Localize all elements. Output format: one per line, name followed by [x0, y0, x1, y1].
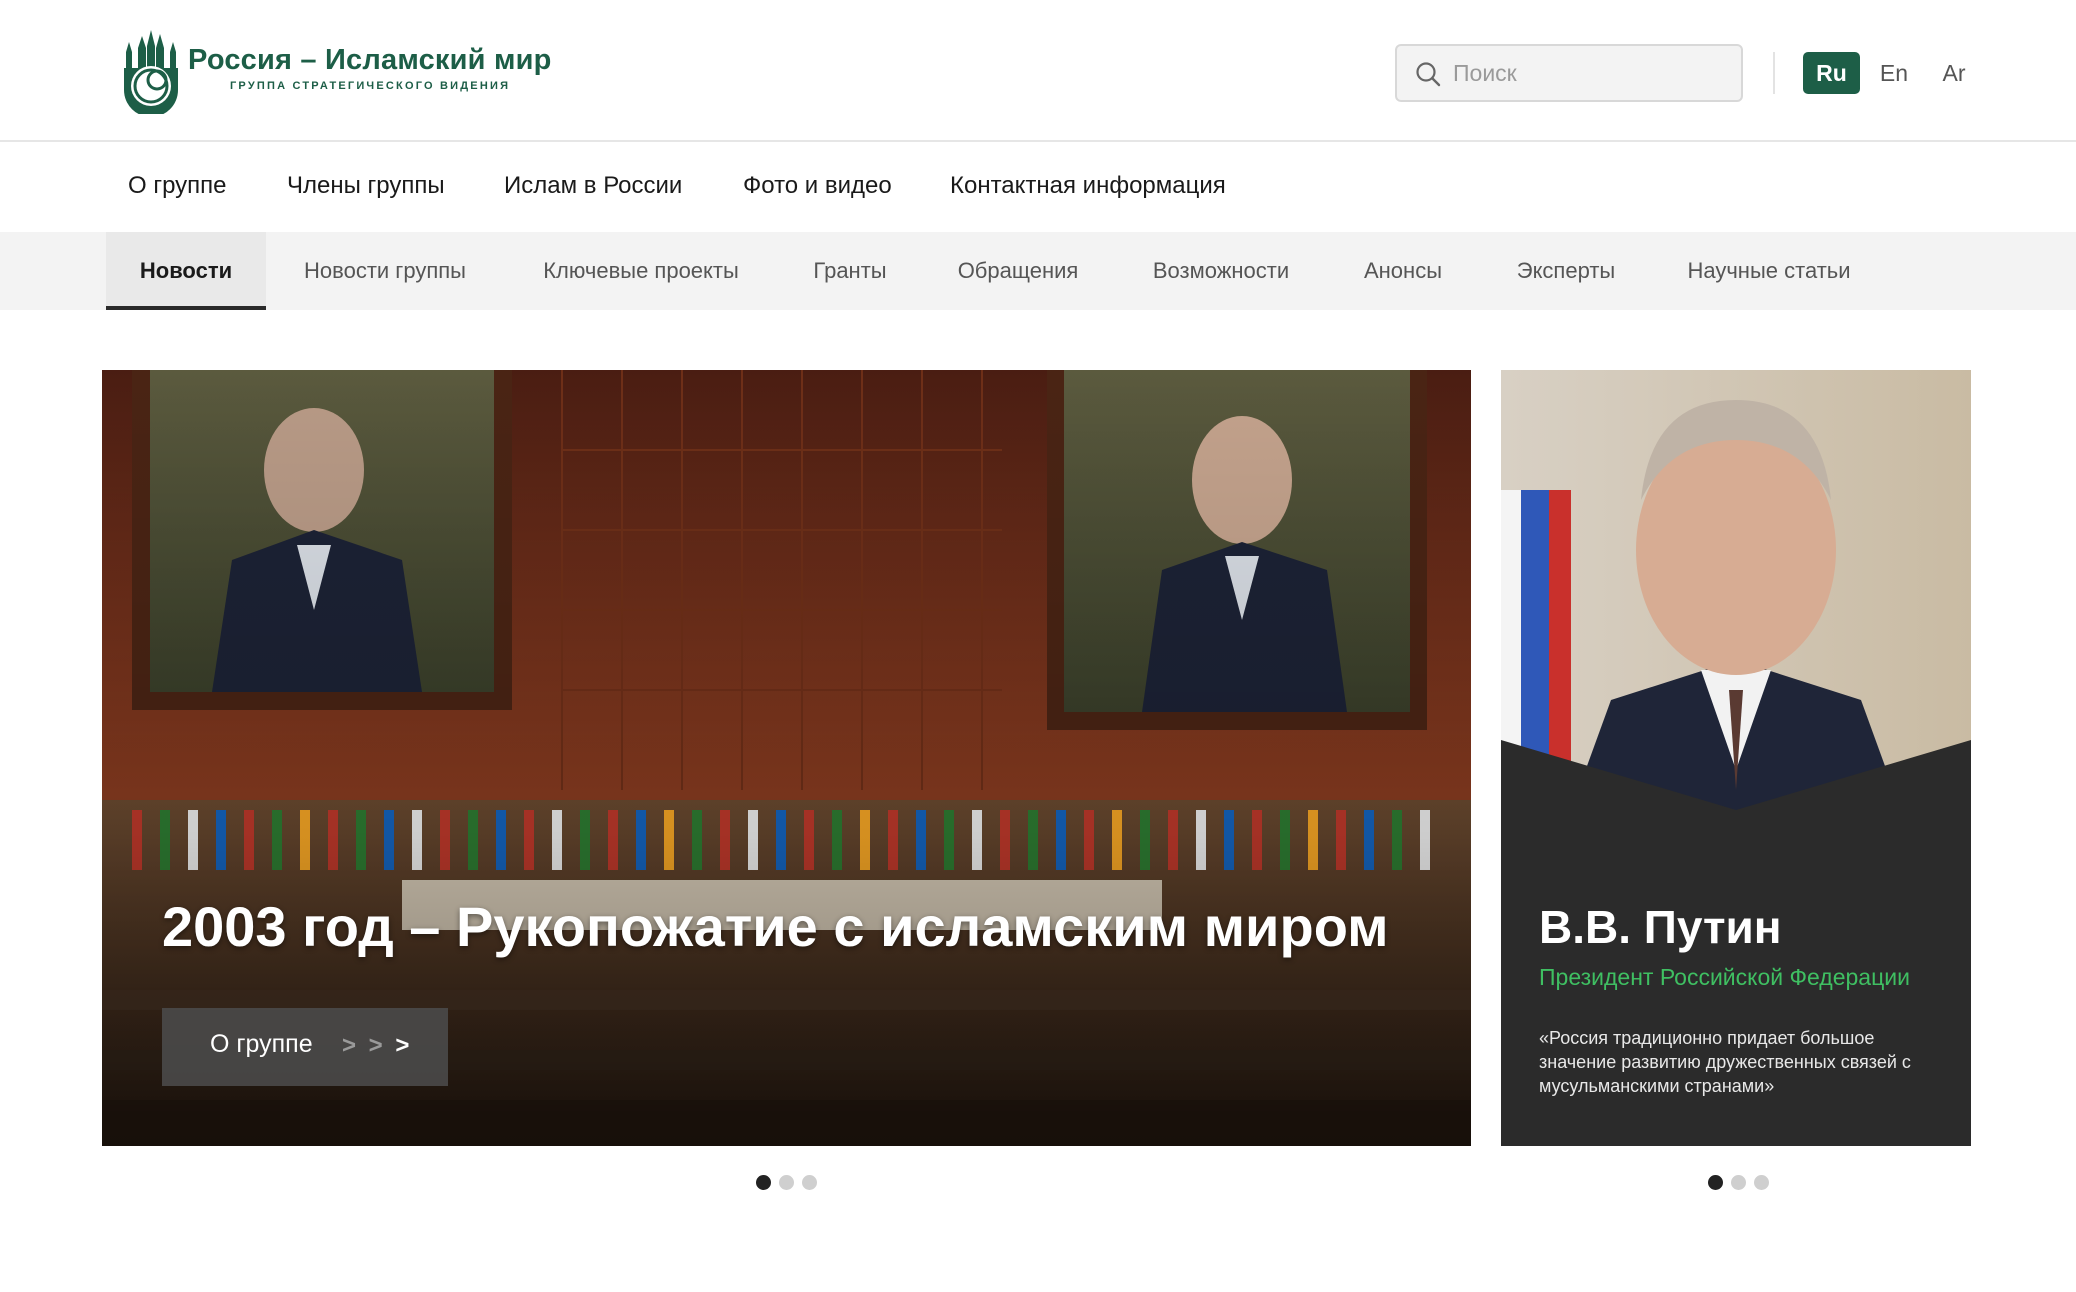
about-group-button[interactable]: О группе > > >: [162, 1008, 448, 1086]
leader-quote-card[interactable]: В.В. Путин Президент Российской Федераци…: [1501, 370, 1971, 1146]
tab-appeals[interactable]: Обращения: [948, 232, 1088, 310]
hero-dot-1[interactable]: [756, 1175, 771, 1190]
brand-title: Россия – Исламский мир: [188, 44, 552, 76]
leader-role: Президент Российской Федерации: [1539, 964, 1910, 990]
lang-ar[interactable]: Ar: [1928, 52, 1980, 94]
leader-name: В.В. Путин: [1539, 901, 1782, 953]
card-dot-2[interactable]: [1731, 1175, 1746, 1190]
nav-group-members[interactable]: Члены группы: [287, 172, 445, 200]
tab-news[interactable]: Новости: [106, 232, 266, 310]
lang-en[interactable]: En: [1868, 52, 1920, 94]
site-header: Россия – Исламский мир ГРУППА СТРАТЕГИЧЕ…: [0, 0, 2076, 142]
hero-dot-2[interactable]: [779, 1175, 794, 1190]
card-dot-3[interactable]: [1754, 1175, 1769, 1190]
main-nav: О группе Члены группы Ислам в России Фот…: [0, 142, 2076, 232]
nav-contacts[interactable]: Контактная информация: [950, 172, 1226, 200]
brand-subtitle: ГРУППА СТРАТЕГИЧЕСКОГО ВИДЕНИЯ: [230, 80, 511, 92]
tab-scientific-articles[interactable]: Научные статьи: [1676, 232, 1862, 310]
tab-grants[interactable]: Гранты: [800, 232, 900, 310]
tab-announcements[interactable]: Анонсы: [1350, 232, 1456, 310]
tab-group-news[interactable]: Новости группы: [282, 232, 488, 310]
search-box[interactable]: [1395, 44, 1743, 102]
hero-title: 2003 год – Рукопожатие с исламским миром: [162, 895, 1389, 958]
tab-experts[interactable]: Эксперты: [1504, 232, 1628, 310]
hero-slider[interactable]: 2003 год – Рукопожатие с исламским миром…: [102, 370, 1471, 1146]
card-dot-1[interactable]: [1708, 1175, 1723, 1190]
search-input[interactable]: [1453, 46, 1723, 100]
lang-ru[interactable]: Ru: [1803, 52, 1860, 94]
search-icon: [1416, 62, 1441, 87]
tab-key-projects[interactable]: Ключевые проекты: [526, 232, 756, 310]
sub-nav: Новости Новости группы Ключевые проекты …: [0, 232, 2076, 310]
leader-quote: «Россия традиционно придает большое знач…: [1539, 1028, 1911, 1096]
nav-about-group[interactable]: О группе: [128, 172, 227, 200]
hero-pagination: [756, 1175, 818, 1191]
nav-photo-video[interactable]: Фото и видео: [743, 172, 892, 200]
site-logo[interactable]: Россия – Исламский мир ГРУППА СТРАТЕГИЧЕ…: [118, 28, 551, 114]
hero-dot-3[interactable]: [802, 1175, 817, 1190]
tab-opportunities[interactable]: Возможности: [1136, 232, 1306, 310]
nav-islam-in-russia[interactable]: Ислам в России: [504, 172, 682, 200]
president-portrait: [1501, 370, 1971, 810]
header-divider: [1773, 52, 1775, 94]
arrows-icon: > > >: [342, 1032, 413, 1059]
card-pagination: [1708, 1175, 1770, 1191]
about-group-button-label: О группе: [210, 1030, 313, 1058]
mosque-logo-icon: [124, 30, 178, 114]
